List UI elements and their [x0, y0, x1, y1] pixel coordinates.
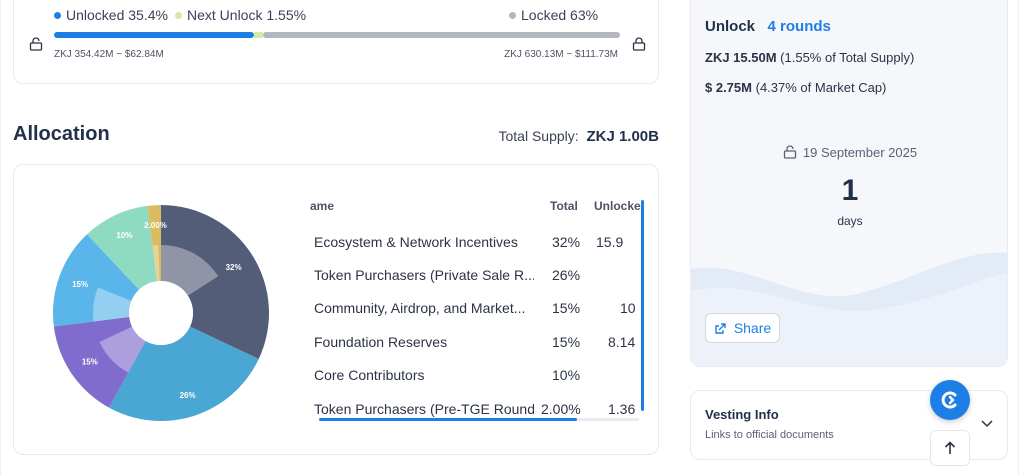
row-unlocked: 10 [620, 300, 636, 316]
table-vertical-scrollbar[interactable] [641, 200, 644, 411]
allocation-title: Allocation [13, 123, 110, 145]
row-name: Community, Airdrop, and Market... [314, 300, 526, 316]
legend-next-unlock-label: Next Unlock 1.55% [187, 7, 307, 23]
legend-locked-label: Locked 63% [521, 7, 599, 23]
row-total: 26% [552, 267, 581, 283]
unlock-tokens-note: (1.55% of Total Supply) [780, 50, 915, 65]
unlock-tokens-amount: ZKJ 15.50M [705, 50, 777, 65]
legend-unlocked-label: Unlocked 35.4% [66, 7, 168, 23]
cryptorank-logo-icon [941, 391, 957, 409]
column-header-total[interactable]: Total [550, 199, 578, 213]
page-right-border [1018, 0, 1019, 475]
row-total: 15% [552, 334, 581, 350]
unlock-usd-note: (4.37% of Market Cap) [755, 80, 887, 95]
unlock-date: 19 September 2025 [802, 145, 918, 160]
total-supply: Total Supply: ZKJ 1.00B [499, 128, 660, 145]
countdown-value: 1 [841, 174, 859, 207]
row-unlocked: 8.14 [608, 334, 636, 350]
row-name: Core Contributors [314, 367, 425, 383]
vesting-title: Vesting Info [705, 407, 779, 422]
share-label: Share [733, 320, 772, 336]
pie-slice-label: 10% [116, 231, 132, 240]
table-row[interactable]: Token Purchasers (Pre-TGE Round) 2.00% 1… [310, 401, 640, 425]
table-row[interactable]: Token Purchasers (Private Sale R... 26% [310, 267, 640, 291]
row-total: 15% [552, 300, 581, 316]
total-supply-value: ZKJ 1.00B [586, 128, 659, 145]
unlock-usd: $ 2.75M (4.37% of Market Cap) [705, 80, 886, 95]
row-unlocked: 15.9 [596, 234, 624, 250]
pie-slice-label: 26% [180, 391, 196, 400]
row-total: 10% [552, 367, 581, 383]
locked-value: ZKJ 630.13M ~ $111.73M [504, 49, 618, 60]
lock-icon [632, 37, 646, 51]
pie-slice-label: 15% [82, 357, 98, 366]
total-supply-label: Total Supply: [498, 128, 579, 144]
unlock-icon [29, 37, 43, 51]
unlock-date-lock-icon [783, 145, 797, 159]
unlocked-value: ZKJ 354.42M ~ $62.84M [54, 49, 164, 60]
chevron-down-icon[interactable] [981, 420, 993, 428]
scroll-to-top-button[interactable] [930, 430, 970, 466]
next-unlock-card: Unlock 4 rounds ZKJ 15.50M (1.55% of Tot… [690, 0, 1008, 367]
pie-slice-label: 15% [72, 280, 88, 289]
table-row[interactable]: Ecosystem & Network Incentives 32% 15.9 [310, 234, 640, 258]
row-name: Token Purchasers (Private Sale R... [314, 267, 534, 283]
table-row[interactable]: Core Contributors 10% [310, 367, 640, 391]
table-row[interactable]: Community, Airdrop, and Market... 15% 10 [310, 300, 640, 324]
row-name: Token Purchasers (Pre-TGE Round) [314, 401, 534, 417]
unlocked-dot-icon [54, 11, 61, 19]
page-left-border [0, 0, 1, 475]
countdown-unit: days [837, 214, 863, 228]
allocation-pie-chart: 32% 26% 15% 15% 10% 2.00% [53, 205, 269, 421]
arrow-up-icon [944, 441, 956, 454]
legend-next-unlock: Next Unlock 1.55% [175, 7, 306, 23]
unlock-date-row: 19 September 2025 [691, 145, 1007, 160]
row-total: 2.00% [541, 401, 581, 417]
row-name: Foundation Reserves [314, 334, 448, 350]
vesting-subtitle: Links to official documents [705, 429, 834, 441]
column-header-name[interactable]: ame [310, 199, 334, 213]
column-header-unlocked[interactable]: Unlocke [594, 199, 641, 213]
pie-slice-label: 2.00% [144, 221, 167, 230]
allocation-card: 32% 26% 15% 15% 10% 2.00% ame Total Unlocke E… [13, 164, 659, 455]
table-row[interactable]: Foundation Reserves 15% 8.14 [310, 334, 640, 358]
unlock-rounds-link[interactable]: 4 rounds [768, 18, 831, 35]
row-name: Ecosystem & Network Incentives [314, 234, 518, 250]
locked-dot-icon [509, 11, 516, 19]
share-icon [715, 323, 726, 334]
row-unlocked: 1.36 [608, 401, 636, 417]
pie-slice-label: 32% [226, 263, 242, 272]
pie-center-hole [129, 281, 193, 345]
unlock-title: Unlock [705, 18, 756, 35]
next-unlock-progress-bar [254, 32, 264, 38]
unlock-usd-amount: $ 2.75M [705, 80, 752, 95]
table-horizontal-scrollbar[interactable] [319, 418, 577, 421]
unlock-progress-card: Unlocked 35.4% Next Unlock 1.55% Locked … [13, 0, 659, 84]
legend-unlocked: Unlocked 35.4% [54, 7, 168, 23]
unlock-tokens: ZKJ 15.50M (1.55% of Total Supply) [705, 50, 914, 65]
unlock-header: Unlock 4 rounds [705, 18, 831, 35]
share-button[interactable]: Share [705, 313, 780, 343]
row-total: 32% [552, 234, 581, 250]
next-unlock-dot-icon [175, 11, 182, 19]
locked-progress-bar [263, 32, 620, 38]
unlocked-progress-bar [54, 32, 255, 38]
legend-locked: Locked 63% [509, 7, 598, 23]
cryptorank-assistant-button[interactable] [930, 380, 970, 420]
